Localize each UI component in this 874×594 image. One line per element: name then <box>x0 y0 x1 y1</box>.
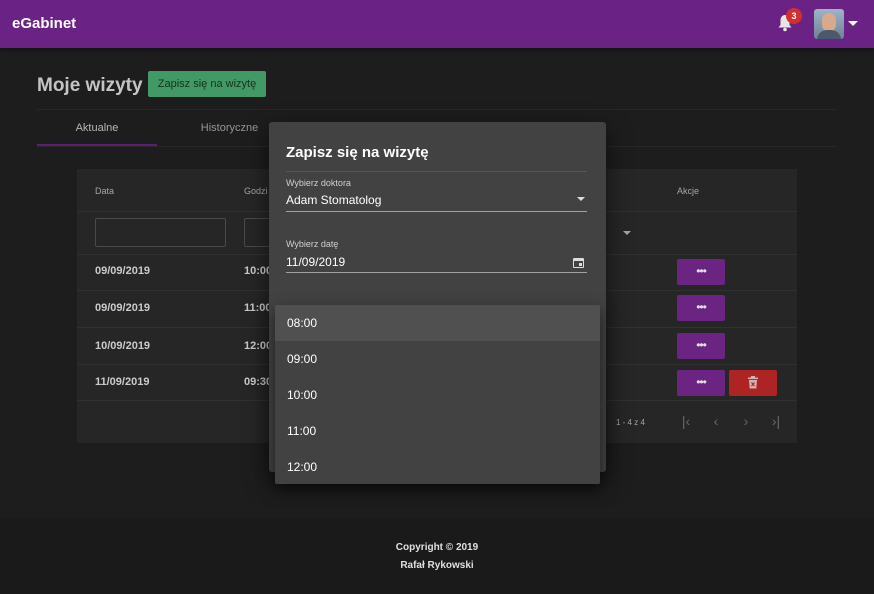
date-field-underline <box>286 272 587 273</box>
time-option[interactable]: 08:00 <box>275 305 600 341</box>
time-option[interactable]: 11:00 <box>275 413 600 449</box>
brand-logo[interactable]: eGabinet <box>12 15 76 32</box>
doctor-field-label: Wybierz doktora <box>286 178 351 188</box>
footer: Copyright © 2019 Rafał Rykowski <box>0 518 874 594</box>
calendar-icon[interactable] <box>573 258 584 268</box>
app-bar: eGabinet 3 <box>0 0 874 48</box>
chevron-down-icon[interactable] <box>848 21 858 26</box>
avatar-head <box>822 13 836 31</box>
doctor-field-underline <box>286 211 587 212</box>
doctor-select[interactable]: Adam Stomatolog <box>286 193 381 207</box>
date-field-label: Wybierz datę <box>286 239 339 249</box>
avatar-body <box>817 30 841 39</box>
time-option[interactable]: 12:00 <box>275 449 600 484</box>
time-options-list: 08:00 09:00 10:00 11:00 12:00 <box>275 305 600 484</box>
time-option[interactable]: 09:00 <box>275 341 600 377</box>
time-option[interactable]: 10:00 <box>275 377 600 413</box>
dialog-title: Zapisz się na wizytę <box>286 144 429 161</box>
author-text: Rafał Rykowski <box>400 560 474 571</box>
chevron-down-icon[interactable] <box>577 197 585 201</box>
divider <box>286 171 587 172</box>
date-input[interactable]: 11/09/2019 <box>286 255 345 269</box>
notification-badge: 3 <box>786 8 802 24</box>
copyright-text: Copyright © 2019 <box>395 542 479 553</box>
avatar[interactable] <box>814 9 844 39</box>
